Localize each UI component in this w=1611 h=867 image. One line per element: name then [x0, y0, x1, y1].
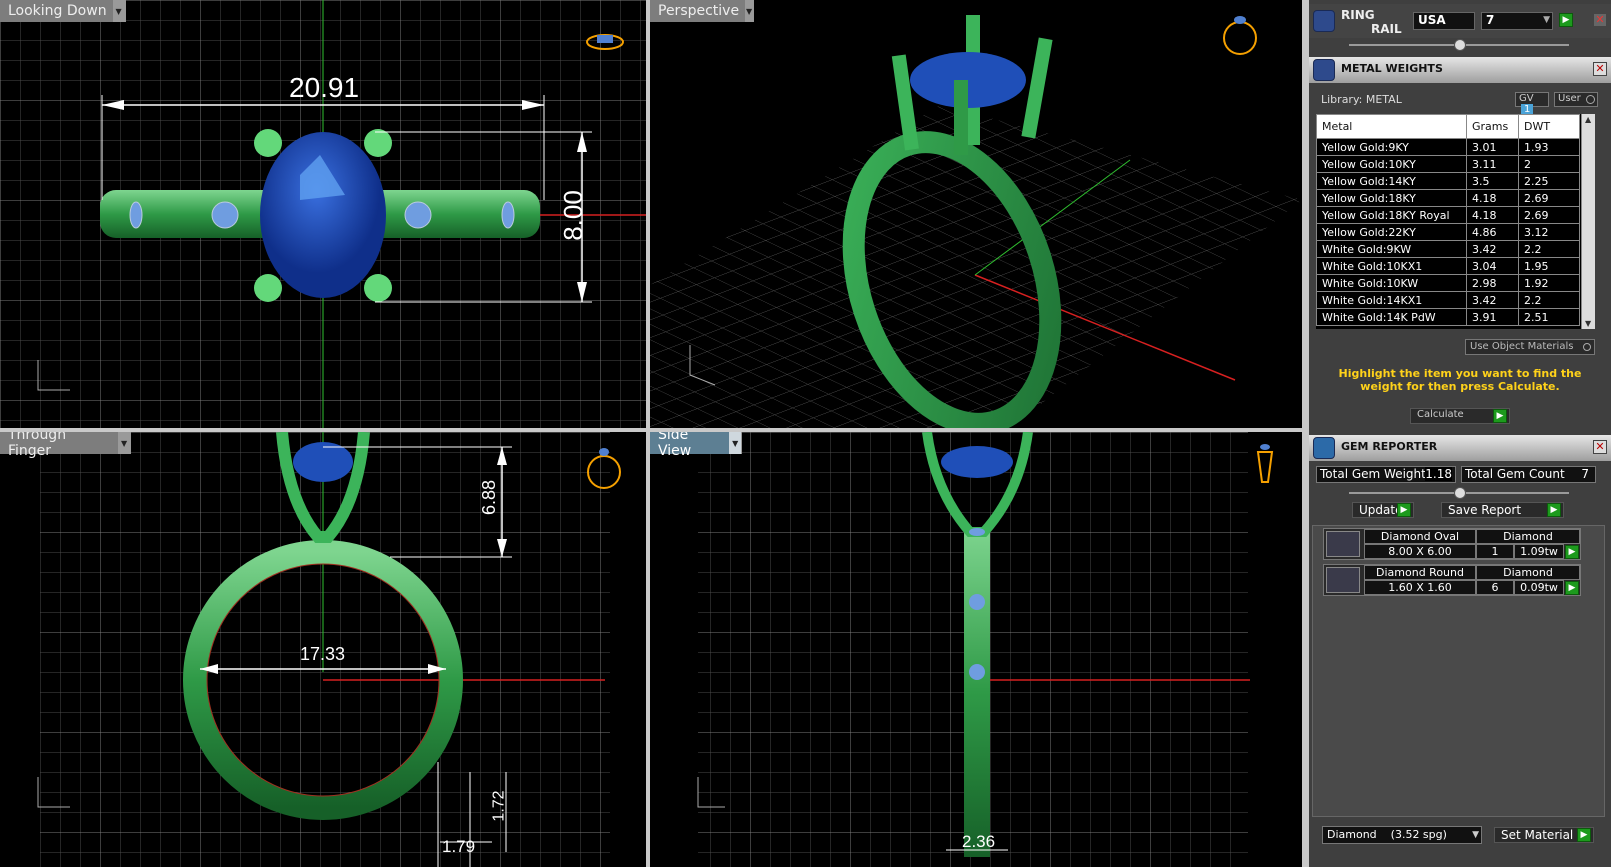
close-icon[interactable]: ✕ — [1593, 62, 1607, 76]
dimension-thickness: 1.72 — [490, 790, 508, 822]
metal-weights-table-container[interactable]: Metal Grams DWT Yellow Gold:9KY 3.01 1.93 … — [1316, 114, 1595, 329]
dimension-band: 1.79 — [442, 837, 476, 856]
gem-reporter-icon — [1313, 437, 1335, 459]
stone-small — [211, 201, 239, 229]
table-row[interactable]: Yellow Gold:22KY 4.86 3.12 — [1316, 223, 1580, 241]
play-icon: ▶ — [1547, 503, 1561, 517]
chevron-down-icon[interactable]: ▼ — [745, 0, 753, 22]
chevron-down-icon[interactable]: ▼ — [118, 432, 130, 454]
dimension-inner-diameter: 17.33 — [300, 644, 346, 664]
table-row[interactable]: Yellow Gold:9KY 3.01 1.93 — [1316, 138, 1580, 156]
table-row[interactable]: Yellow Gold:10KY 3.11 2 — [1316, 155, 1580, 173]
table-row[interactable]: White Gold:10KW 2.98 1.92 — [1316, 274, 1580, 292]
ring-rail-go-button[interactable]: ▶ — [1559, 13, 1573, 27]
metal-weights-header: METAL WEIGHTS ✕ — [1309, 57, 1611, 83]
chevron-down-icon[interactable]: ▼ — [729, 432, 741, 454]
chevron-down-icon: ▼ — [1543, 15, 1550, 25]
close-icon[interactable]: ✕ — [1593, 13, 1607, 27]
column-header[interactable]: Metal — [1316, 114, 1467, 139]
stone-small — [129, 201, 143, 229]
metal-weights-title: METAL WEIGHTS — [1341, 62, 1443, 75]
radio-icon — [1583, 343, 1591, 351]
chevron-down-icon: ▼ — [1472, 830, 1479, 840]
play-icon[interactable]: ▶ — [1565, 581, 1579, 595]
scroll-down-icon[interactable]: ▼ — [1585, 319, 1591, 328]
gem-item[interactable]: Diamond Oval Diamond 8.00 X 6.00 1 1.09t… — [1323, 528, 1581, 560]
ring-rail-icon — [1313, 10, 1335, 32]
play-icon: ▶ — [1577, 828, 1591, 842]
use-object-materials-toggle[interactable]: Use Object Materials — [1465, 339, 1595, 355]
material-select[interactable]: Diamond (3.52 spg) ▼ — [1322, 826, 1482, 844]
total-gem-weight: Total Gem Weight 1.18 — [1316, 466, 1456, 483]
chevron-down-icon[interactable]: ▼ — [112, 0, 125, 22]
metal-weights-table: Metal Grams DWT Yellow Gold:9KY 3.01 1.93 … — [1316, 114, 1580, 326]
column-header[interactable]: Grams — [1466, 114, 1519, 139]
viewport-label: Side View — [658, 432, 692, 459]
save-report-button[interactable]: Save Report ▶ — [1441, 502, 1564, 518]
dimension-prong-height: 6.88 — [479, 479, 500, 516]
viewport-canvas — [0, 0, 646, 428]
dimension-width: 2.36 — [962, 832, 996, 851]
column-header[interactable]: DWT — [1518, 114, 1580, 139]
scroll-up-icon[interactable]: ▲ — [1585, 115, 1591, 124]
ring-rail-slider-knob[interactable] — [1454, 39, 1466, 51]
viewport-label: Perspective — [658, 3, 740, 19]
ring-rail-title-2: RAIL — [1371, 22, 1402, 36]
stone-small — [404, 201, 432, 229]
app-window: Looking Down ▼ 20.91 8.00 Perspective ▼ … — [0, 0, 1611, 867]
round-gem-icon — [1326, 567, 1360, 593]
stone-small — [501, 201, 515, 229]
viewport-canvas — [650, 15, 1302, 428]
close-icon[interactable]: ✕ — [1593, 440, 1607, 454]
viewport-tab-perspective[interactable]: Perspective ▼ — [650, 0, 754, 22]
table-row[interactable]: Yellow Gold:18KY Royal 4.18 2.69 — [1316, 206, 1580, 224]
viewport-tab-side-view[interactable]: Side View ▼ — [650, 432, 742, 459]
radio-icon — [1586, 95, 1595, 104]
viewport-looking-down[interactable]: Looking Down ▼ 20.91 8.00 — [0, 0, 646, 428]
play-icon[interactable]: ▶ — [1565, 545, 1579, 559]
dimension-height: 8.00 — [557, 190, 588, 241]
gem-reporter-slider-knob[interactable] — [1454, 487, 1466, 499]
library-label: Library: METAL — [1321, 93, 1402, 106]
metal-weights-hint: Highlight the item you want to find the … — [1338, 367, 1582, 393]
table-row[interactable]: White Gold:14KX1 3.42 2.2 — [1316, 291, 1580, 309]
viewport-label: Through Finger — [8, 432, 67, 459]
viewport-label: Looking Down — [8, 3, 107, 19]
viewport-canvas — [697, 432, 1274, 867]
gem-reporter-title: GEM REPORTER — [1341, 440, 1438, 453]
table-header-row: Metal Grams DWT — [1316, 114, 1580, 139]
viewport-tab-looking-down[interactable]: Looking Down ▼ — [0, 0, 126, 22]
gv-toggle[interactable]: GV 1 — [1515, 92, 1549, 115]
set-material-button[interactable]: Set Material ▶ — [1494, 827, 1594, 843]
ring-rail-title: RING — [1341, 8, 1375, 22]
dimension-width: 20.91 — [289, 72, 360, 103]
table-row[interactable]: White Gold:9KW 3.42 2.2 — [1316, 240, 1580, 258]
metal-weights-icon — [1313, 59, 1335, 81]
total-gem-count: Total Gem Count 7 — [1461, 466, 1596, 483]
play-icon: ▶ — [1493, 409, 1507, 423]
ring-rail-header: RING RAIL USA 7 ▼ ▶ ✕ — [1309, 4, 1611, 38]
update-button[interactable]: Update ▶ — [1352, 502, 1414, 518]
table-row[interactable]: White Gold:14K PdW 3.91 2.51 — [1316, 308, 1580, 326]
table-row[interactable]: Yellow Gold:18KY 4.18 2.69 — [1316, 189, 1580, 207]
calculate-button[interactable]: Calculate ▶ — [1410, 408, 1510, 424]
table-row[interactable]: Yellow Gold:14KY 3.5 2.25 — [1316, 172, 1580, 190]
region-select[interactable]: USA — [1413, 12, 1475, 30]
table-scrollbar[interactable]: ▲ ▼ — [1581, 114, 1595, 329]
gem-reporter-header: GEM REPORTER ✕ — [1309, 435, 1611, 461]
viewport-perspective[interactable]: Perspective ▼ — [650, 0, 1302, 428]
center-stone — [260, 132, 386, 298]
viewport-side-view[interactable]: Side View ▼ 2.36 — [650, 432, 1302, 867]
size-select[interactable]: 7 ▼ — [1481, 12, 1553, 30]
gem-list: Diamond Oval Diamond 8.00 X 6.00 1 1.09t… — [1312, 525, 1605, 817]
viewport-through-finger[interactable]: Through Finger ▼ 17.33 6.88 1.72 1.79 — [0, 432, 646, 867]
oval-gem-icon — [1326, 531, 1360, 557]
viewport-tab-through-finger[interactable]: Through Finger ▼ — [0, 432, 131, 459]
gem-item[interactable]: Diamond Round Diamond 1.60 X 1.60 6 0.09… — [1323, 564, 1581, 596]
user-toggle[interactable]: User — [1554, 92, 1598, 107]
play-icon: ▶ — [1397, 503, 1411, 517]
table-row[interactable]: White Gold:10KX1 3.04 1.95 — [1316, 257, 1580, 275]
side-panel: RING RAIL USA 7 ▼ ▶ ✕ METAL WEIGHTS ✕ Li… — [1309, 0, 1611, 867]
